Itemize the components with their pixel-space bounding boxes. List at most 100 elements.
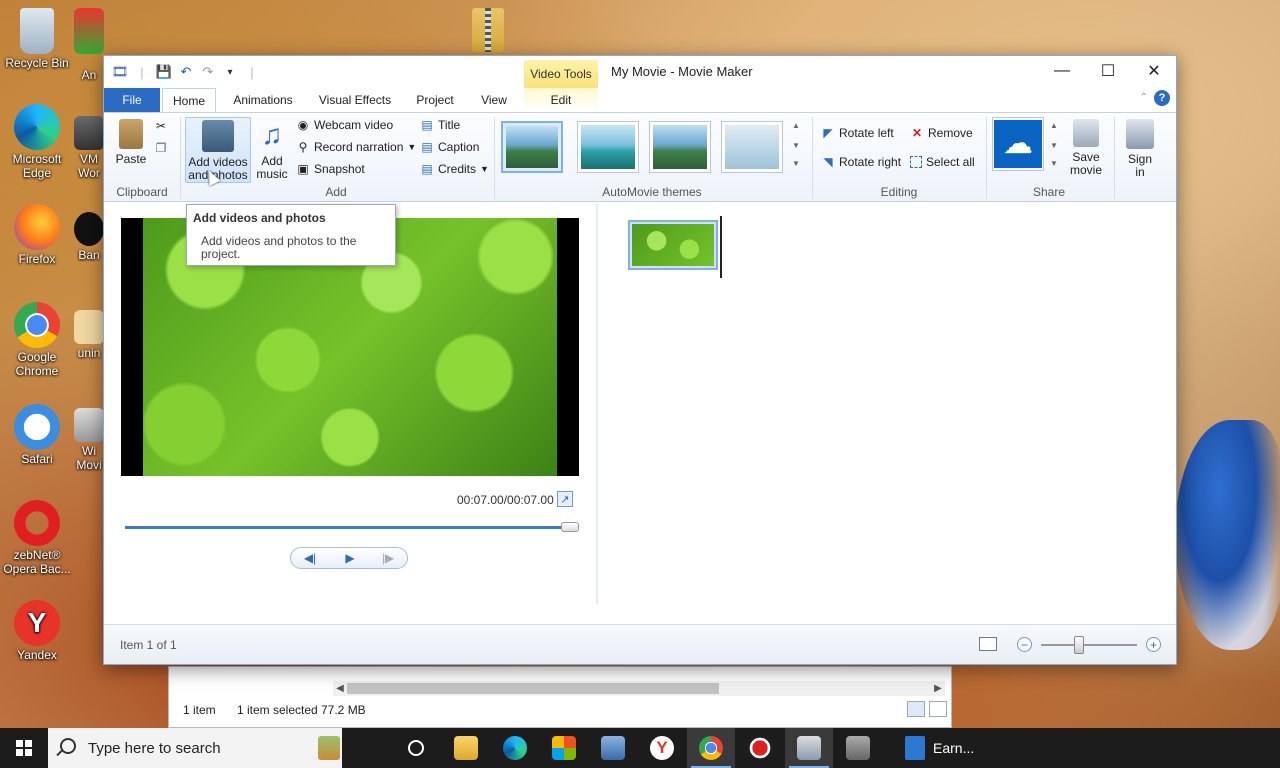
tab-edit[interactable]: Edit	[524, 88, 598, 112]
zoom-out-icon[interactable]: −	[1017, 637, 1032, 652]
taskbar-store[interactable]	[540, 728, 588, 768]
rotate-left-button[interactable]: ◤ Rotate left	[821, 126, 893, 140]
taskbar-yandex[interactable]: Y	[638, 728, 686, 768]
desktop-icon-ban[interactable]: Ban	[74, 212, 104, 262]
desktop-icon-wi-movi[interactable]: Wi Movi	[74, 408, 104, 472]
fullscreen-preview-icon[interactable]: ↗	[557, 491, 573, 507]
task-view-icon	[408, 740, 424, 756]
start-button[interactable]	[0, 728, 48, 768]
taskbar-recorder[interactable]	[736, 728, 784, 768]
scroll-left-icon[interactable]: ◀	[333, 681, 347, 696]
title-button[interactable]: ▤ Title	[420, 118, 460, 132]
desktop-icon-edge[interactable]: Microsoft Edge	[0, 104, 74, 180]
seek-thumb[interactable]	[561, 522, 579, 532]
film-photo-icon	[202, 120, 234, 152]
share-scroll-up-icon[interactable]: ▲	[1050, 121, 1058, 130]
pane-divider[interactable]	[596, 204, 598, 604]
details-view-icon[interactable]	[907, 701, 925, 717]
themes-scroll-up-icon[interactable]: ▲	[792, 121, 800, 130]
desktop-icon-firefox[interactable]: Firefox	[0, 204, 74, 266]
desktop-icon-zebnet[interactable]: zebNet® Opera Bac...	[0, 500, 74, 576]
previous-frame-icon[interactable]: ◀|	[291, 548, 329, 568]
rotate-right-button[interactable]: ◥ Rotate right	[821, 155, 901, 169]
storyboard-clip[interactable]	[628, 220, 718, 270]
taskbar-search[interactable]: Type here to search	[48, 728, 342, 768]
large-icons-view-icon[interactable]	[929, 701, 947, 717]
windows-logo-icon	[16, 740, 32, 756]
onedrive-share-button[interactable]: ☁	[992, 117, 1044, 171]
help-icon[interactable]: ?	[1154, 90, 1170, 106]
record-narration-button[interactable]: ⚲ Record narration ▼	[296, 140, 417, 154]
share-more-icon[interactable]: ▼	[1050, 159, 1058, 168]
zoom-in-icon[interactable]: +	[1146, 637, 1161, 652]
tab-visual-effects[interactable]: Visual Effects	[312, 88, 398, 112]
desktop-icon-chrome[interactable]: Google Chrome	[0, 302, 74, 378]
scrollbar-thumb[interactable]	[347, 683, 719, 694]
seek-bar[interactable]	[125, 526, 571, 529]
copy-button[interactable]: ❐	[154, 141, 168, 155]
tab-file[interactable]: File	[104, 88, 160, 112]
snapshot-button[interactable]: ▣ Snapshot	[296, 162, 365, 176]
tab-view[interactable]: View	[474, 88, 514, 112]
desktop-icon-recycle-bin[interactable]: Recycle Bin	[0, 8, 74, 70]
desktop-icon-yandex[interactable]: Y Yandex	[0, 600, 74, 662]
automovie-theme-4[interactable]	[721, 121, 783, 173]
save-movie-button[interactable]: Save movie	[1066, 117, 1106, 177]
cut-button[interactable]: ✂	[154, 119, 168, 133]
add-music-button[interactable]: ♫ Add music	[254, 117, 290, 181]
save-movie-icon	[1073, 119, 1099, 147]
desktop-icon-vm[interactable]: VM Wor	[74, 116, 104, 180]
undo-icon[interactable]: ↶	[178, 64, 194, 80]
save-icon[interactable]: 💾	[156, 64, 172, 80]
taskbar-chrome[interactable]	[687, 728, 735, 768]
automovie-theme-3[interactable]	[649, 121, 711, 173]
automovie-theme-2[interactable]	[577, 121, 639, 173]
paste-button[interactable]: Paste	[114, 117, 148, 166]
taskbar-app[interactable]	[589, 728, 637, 768]
add-videos-and-photos-button[interactable]: Add videos and photos	[185, 117, 251, 183]
taskbar-file-explorer[interactable]	[442, 728, 490, 768]
share-scroll-down-icon[interactable]: ▼	[1050, 141, 1058, 150]
webcam-video-button[interactable]: ◉ Webcam video	[296, 118, 393, 132]
caption-button[interactable]: ▤ Caption	[420, 140, 479, 154]
tab-project[interactable]: Project	[408, 88, 462, 112]
sign-in-button[interactable]: Sign in	[1120, 117, 1160, 179]
tab-home[interactable]: Home	[162, 88, 216, 112]
horizontal-scrollbar[interactable]: ◀ ▶	[333, 681, 945, 696]
taskbar-app-2[interactable]	[834, 728, 882, 768]
desktop-icon-unin[interactable]: unin	[74, 310, 104, 360]
snapshot-label: Snapshot	[314, 162, 365, 176]
zoom-slider-track[interactable]	[1041, 644, 1137, 646]
zip-folder-icon[interactable]	[472, 8, 504, 52]
maximize-icon[interactable]: ☐	[1085, 56, 1131, 86]
edge-icon	[503, 736, 527, 760]
automovie-theme-1[interactable]	[501, 121, 563, 173]
minimize-icon[interactable]: —	[1039, 56, 1085, 86]
ribbon-home: Paste ✂ ❐ Clipboard Add videos and photo…	[104, 112, 1176, 202]
credits-label: Credits	[438, 162, 477, 176]
themes-scroll-down-icon[interactable]: ▼	[792, 141, 800, 150]
play-icon[interactable]: ▶	[331, 548, 369, 568]
redo-icon[interactable]: ↷	[200, 64, 216, 80]
zoom-slider-thumb[interactable]	[1074, 636, 1085, 654]
select-all-button[interactable]: Select all	[910, 155, 975, 169]
task-view-button[interactable]	[392, 728, 440, 768]
taskbar-earn[interactable]: Earn...	[895, 728, 1015, 768]
credits-button[interactable]: ▤ Credits ▼	[420, 162, 489, 176]
rotate-right-icon: ◥	[823, 155, 833, 169]
taskbar-edge[interactable]	[491, 728, 539, 768]
desktop-icon-safari[interactable]: Safari	[0, 404, 74, 466]
next-frame-icon[interactable]: |▶	[369, 548, 407, 568]
desktop-icon-an[interactable]: An	[74, 8, 104, 82]
themes-more-icon[interactable]: ▼	[792, 159, 800, 168]
taskbar-movie-maker[interactable]	[785, 728, 833, 768]
customize-qat-icon[interactable]: ▾	[222, 64, 238, 80]
thumbnail-size-icon[interactable]	[979, 637, 997, 651]
scroll-right-icon[interactable]: ▶	[931, 681, 945, 696]
close-icon[interactable]: ✕	[1131, 56, 1177, 86]
theme-thumbnail	[581, 125, 635, 169]
collapse-ribbon-icon[interactable]: ⌃	[1140, 92, 1148, 103]
remove-button[interactable]: ✕ Remove	[910, 126, 973, 140]
file-explorer-window: ◀ ▶ 1 item 1 item selected 77.2 MB	[168, 666, 952, 728]
tab-animations[interactable]: Animations	[226, 88, 300, 112]
